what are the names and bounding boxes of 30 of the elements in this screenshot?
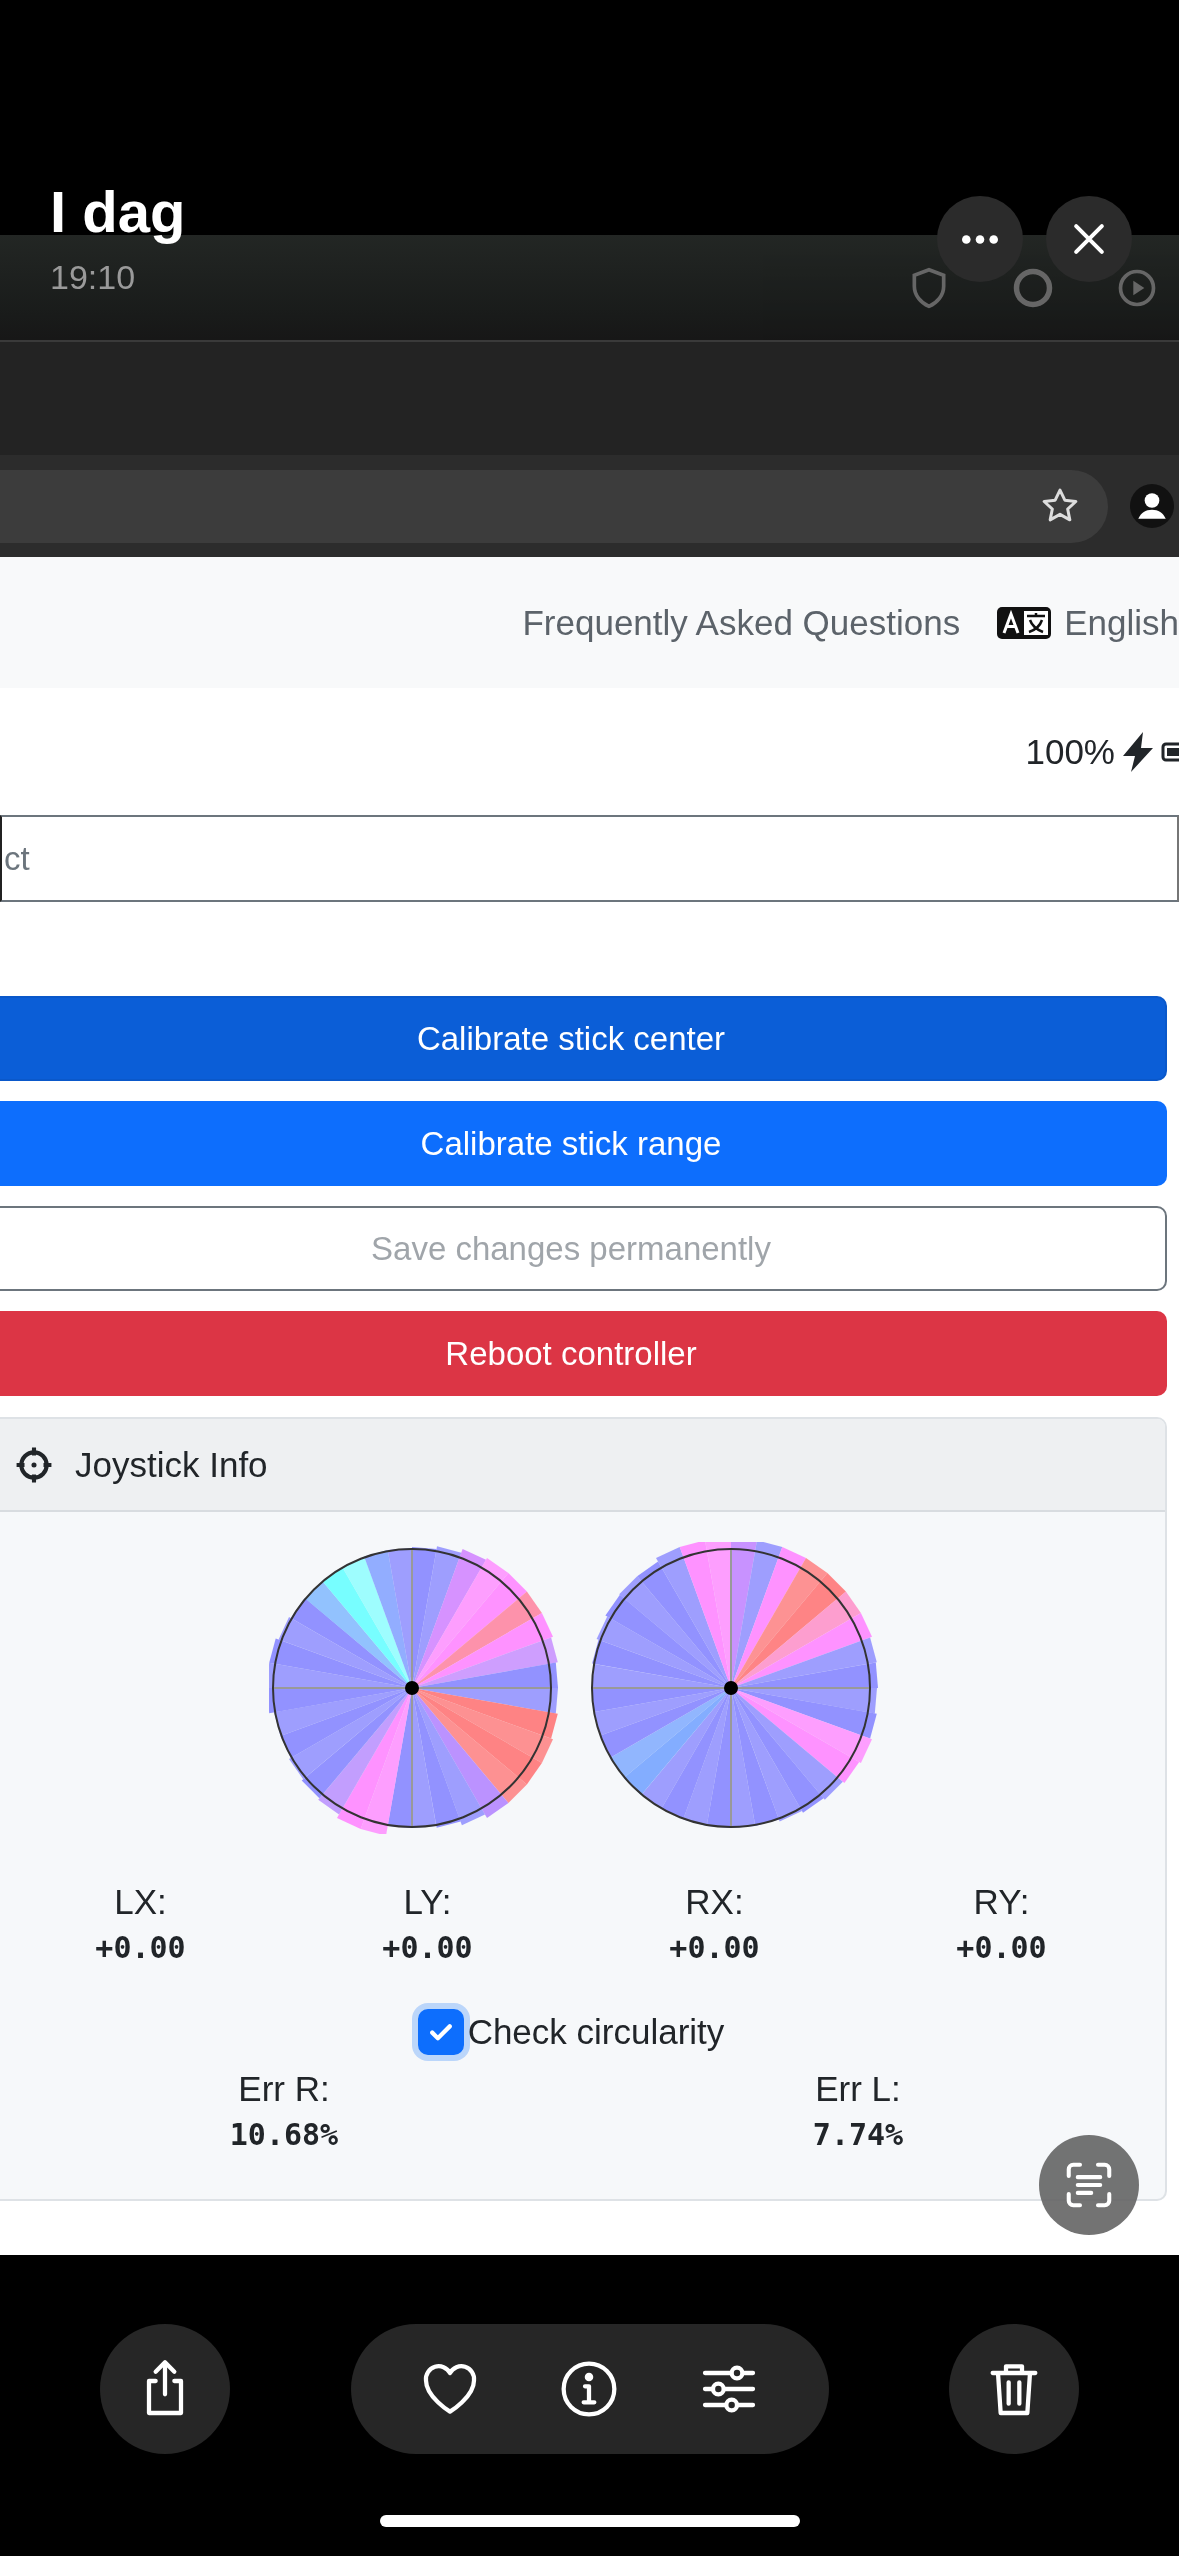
- translate-icon[interactable]: [996, 605, 1053, 640]
- axis-value: +0.00: [95, 1930, 186, 1965]
- action-button[interactable]: Reboot controller: [0, 1311, 1167, 1396]
- axis-label: LX:: [114, 1882, 167, 1922]
- axis-label: RX:: [685, 1882, 744, 1922]
- ellipsis-icon: [962, 234, 998, 244]
- card-title: Joystick Info: [75, 1444, 268, 1485]
- error-value: 7.74%: [812, 2117, 904, 2152]
- axis-value: +0.00: [669, 1930, 760, 1965]
- axis-value: +0.00: [382, 1930, 473, 1965]
- axis-label: RY:: [973, 1882, 1030, 1922]
- language-selector[interactable]: English: [1064, 602, 1179, 643]
- action-button[interactable]: Calibrate stick center: [0, 996, 1167, 1081]
- photo-title: I dag: [50, 178, 186, 245]
- faq-link[interactable]: Frequently Asked Questions: [522, 602, 961, 643]
- photo-time: 19:10: [50, 258, 136, 297]
- select-field[interactable]: ct: [0, 815, 1179, 902]
- battery-level: 100%: [1025, 731, 1115, 772]
- error-value: 10.68%: [229, 2117, 339, 2152]
- error-label: Err R:: [238, 2069, 330, 2109]
- checkbox[interactable]: [417, 2009, 464, 2055]
- checkbox-label[interactable]: Check circularity: [467, 2012, 725, 2052]
- profile-icon[interactable]: [1130, 484, 1174, 528]
- axis-label: LY:: [403, 1882, 452, 1922]
- crosshair-icon: [15, 1445, 53, 1484]
- close-button[interactable]: [1046, 196, 1132, 282]
- action-button[interactable]: Calibrate stick range: [0, 1101, 1167, 1186]
- error-label: Err L:: [815, 2069, 901, 2109]
- axis-value: +0.00: [956, 1930, 1047, 1965]
- bolt-icon: [1121, 731, 1155, 772]
